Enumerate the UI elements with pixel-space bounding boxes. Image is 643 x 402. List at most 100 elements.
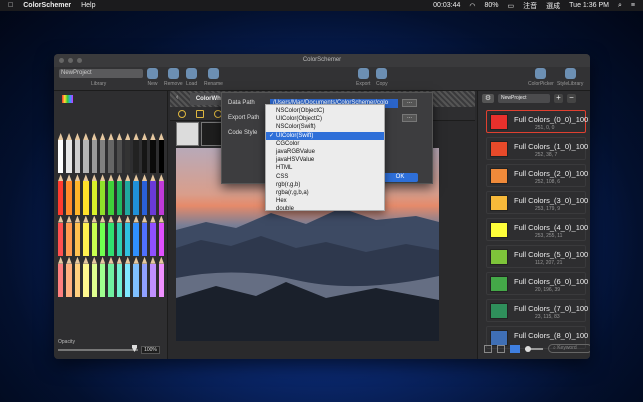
pencil-swatch[interactable] [65, 174, 72, 215]
grid-view-icon[interactable] [484, 344, 492, 353]
code-style-option[interactable]: HTML [266, 164, 384, 172]
color-list-item[interactable]: Full Colors_(0_0)_100 251, 0, 0 [486, 110, 588, 133]
pencil-swatch[interactable] [158, 133, 165, 174]
size-slider[interactable] [525, 345, 543, 352]
code-style-option[interactable]: rgb(r,g,b) [266, 181, 384, 189]
add-button[interactable]: + [554, 94, 563, 103]
pencil-swatch[interactable] [91, 174, 98, 215]
pencil-swatch[interactable] [74, 133, 81, 174]
code-style-option[interactable]: CSS [266, 173, 384, 181]
target-icon[interactable] [178, 110, 186, 118]
pencil-swatch[interactable] [132, 133, 139, 174]
color-view-icon[interactable] [510, 344, 520, 353]
pencil-swatch[interactable] [107, 215, 114, 256]
color-list-item[interactable]: Full Colors_(2_0)_100 252, 108, 6 [486, 164, 588, 187]
opacity-value[interactable]: 100% [141, 346, 160, 354]
pencil-swatch[interactable] [82, 133, 89, 174]
colorpicker-button[interactable]: ColorPicker [528, 68, 554, 87]
menu-help[interactable]: Help [81, 2, 95, 9]
copy-button[interactable]: Copy [376, 68, 388, 87]
color-list-item[interactable]: Full Colors_(6_0)_100 20, 196, 39 [486, 272, 588, 295]
stylelibrary-button[interactable]: StyleLibrary [557, 68, 583, 87]
pencil-swatch[interactable] [124, 133, 131, 174]
pencil-swatch[interactable] [141, 133, 148, 174]
export-path-browse[interactable]: ... [402, 114, 417, 122]
list-icon[interactable]: ≡ [631, 2, 635, 9]
palette-mode-icon[interactable] [62, 95, 73, 103]
pencil-swatch[interactable] [82, 215, 89, 256]
pencil-swatch[interactable] [99, 174, 106, 215]
pencil-swatch[interactable] [124, 256, 131, 297]
rename-button[interactable]: Rename [204, 68, 223, 87]
pencil-swatch[interactable] [107, 256, 114, 297]
battery-percent[interactable]: 80% [485, 2, 499, 9]
pencil-swatch[interactable] [65, 256, 72, 297]
pencil-swatch[interactable] [74, 215, 81, 256]
color-list-item[interactable]: Full Colors_(7_0)_100 23, 115, 83 [486, 299, 588, 322]
remove-button[interactable]: Remove [164, 68, 183, 87]
pencil-swatch[interactable] [107, 133, 114, 174]
code-style-option[interactable]: ✓ UIColor(Swift) [266, 131, 384, 140]
pencil-swatch[interactable] [116, 215, 123, 256]
pencil-swatch[interactable] [141, 215, 148, 256]
pencil-swatch[interactable] [158, 215, 165, 256]
opacity-slider[interactable] [58, 349, 138, 351]
pencil-swatch[interactable] [116, 133, 123, 174]
clock[interactable]: Tue 1:36 PM [569, 2, 609, 9]
code-style-option[interactable]: javaRGBValue [266, 148, 384, 156]
color-list-item[interactable]: Full Colors_(4_0)_100 253, 255, 11 [486, 218, 588, 241]
load-button[interactable]: Load [186, 68, 197, 87]
pencil-swatch[interactable] [57, 215, 64, 256]
pencil-swatch[interactable] [99, 256, 106, 297]
pencil-swatch[interactable] [57, 174, 64, 215]
code-style-option[interactable]: UIColor(ObjectC) [266, 115, 384, 123]
code-style-option[interactable]: javaHSVValue [266, 156, 384, 164]
code-style-option[interactable]: CGColor [266, 140, 384, 148]
pencil-swatch[interactable] [91, 215, 98, 256]
pencil-swatch[interactable] [141, 256, 148, 297]
color-list-item[interactable]: Full Colors_(5_0)_100 112, 207, 21 [486, 245, 588, 268]
size-slider-knob[interactable] [525, 345, 531, 352]
project-select[interactable]: NewProject [498, 94, 550, 103]
pencil-swatch[interactable] [124, 174, 131, 215]
pencil-swatch[interactable] [99, 133, 106, 174]
pencil-swatch[interactable] [149, 215, 156, 256]
code-style-option[interactable]: double [266, 205, 384, 213]
new-button[interactable]: New [147, 68, 158, 87]
pencil-swatch[interactable] [74, 256, 81, 297]
code-style-option[interactable]: NSColor(ObjectC) [266, 107, 384, 115]
search-icon[interactable]: ⌕ [618, 2, 622, 10]
pencil-swatch[interactable] [132, 215, 139, 256]
wifi-icon[interactable]: ◠ [469, 2, 475, 10]
close-button[interactable] [59, 58, 64, 63]
apple-icon[interactable]:  [8, 2, 13, 9]
pencil-swatch[interactable] [149, 174, 156, 215]
minimize-button[interactable] [68, 58, 73, 63]
pencil-swatch[interactable] [141, 174, 148, 215]
pencil-swatch[interactable] [57, 133, 64, 174]
menu-app[interactable]: ColorSchemer [23, 2, 71, 9]
pencil-swatch[interactable] [91, 133, 98, 174]
image-icon[interactable] [196, 110, 204, 118]
battery-icon[interactable]: ▭ [508, 2, 515, 10]
pencil-swatch[interactable] [91, 256, 98, 297]
color-list-item[interactable]: Full Colors_(1_0)_100 252, 38, 7 [486, 137, 588, 160]
export-button[interactable]: Export [356, 68, 370, 87]
chevron-left-icon[interactable]: ‹ [176, 94, 178, 101]
pencil-swatch[interactable] [149, 256, 156, 297]
color-list-item[interactable]: Full Colors_(3_0)_100 253, 179, 9 [486, 191, 588, 214]
gear-icon[interactable]: ⚙ [482, 94, 494, 103]
record-time[interactable]: 00:03:44 [433, 2, 460, 9]
pencil-swatch[interactable] [57, 256, 64, 297]
input-method[interactable]: 注音 [523, 1, 537, 11]
pencil-swatch[interactable] [74, 174, 81, 215]
pencil-swatch[interactable] [124, 215, 131, 256]
pencil-swatch[interactable] [149, 133, 156, 174]
pencil-swatch[interactable] [65, 215, 72, 256]
data-path-browse[interactable]: ... [402, 99, 417, 107]
pencil-swatch[interactable] [65, 133, 72, 174]
thumbnail[interactable] [176, 122, 199, 146]
remove-color-button[interactable]: − [567, 94, 576, 103]
ime-label[interactable]: 選成 [546, 1, 560, 11]
pencil-swatch[interactable] [116, 256, 123, 297]
